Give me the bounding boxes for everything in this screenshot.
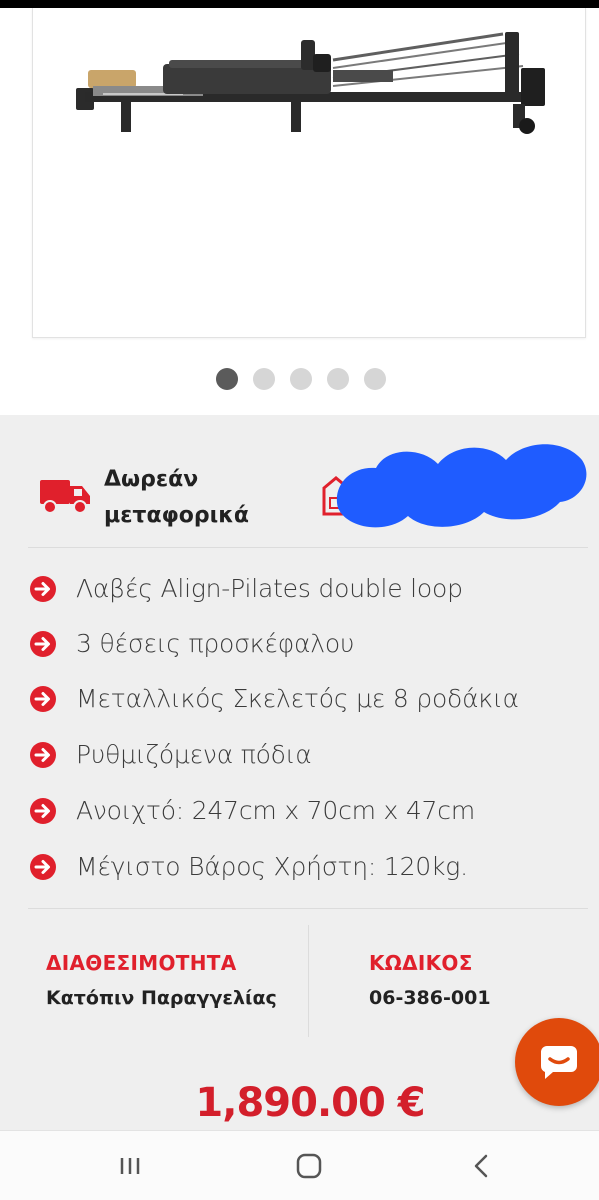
availability-value: Κατόπιν Παραγγελίας (46, 987, 277, 1009)
arrow-right-circle-icon (30, 631, 56, 657)
free-shipping-line1: Δωρεάν (104, 467, 199, 492)
recent-apps-icon[interactable] (108, 1149, 152, 1183)
chat-icon (540, 1046, 577, 1079)
product-image-card[interactable] (32, 8, 586, 338)
feature-text: Ρυθμιζόμενα πόδια (76, 740, 312, 769)
feature-text: Λαβές Align-Pilates double loop (76, 574, 463, 603)
arrow-right-circle-icon (30, 576, 56, 602)
list-item: 3 θέσεις προσκέφαλου (0, 623, 599, 663)
list-item: Μεταλλικός Σκελετός με 8 ροδάκια (0, 678, 599, 718)
free-shipping-badge: Δωρεάν μεταφορικά (40, 462, 280, 532)
carousel-indicator (0, 368, 599, 392)
free-shipping-label: Δωρεάν μεταφορικά (104, 462, 249, 534)
system-navigation-bar (0, 1130, 599, 1200)
availability-block: ΔΙΑΘΕΣΙΜΟΤΗΤΑ Κατόπιν Παραγγελίας (46, 948, 277, 1018)
list-item: Λαβές Align-Pilates double loop (0, 568, 599, 608)
carousel-dot-2[interactable] (253, 368, 275, 390)
info-separator (308, 925, 309, 1037)
redaction-overlay (336, 444, 587, 528)
carousel-dot-1[interactable] (216, 368, 238, 390)
status-bar (0, 0, 599, 8)
list-item: Ανοιχτό: 247cm x 70cm x 47cm (0, 790, 599, 830)
back-icon[interactable] (460, 1149, 504, 1183)
feature-text: Μεταλλικός Σκελετός με 8 ροδάκια (76, 684, 519, 713)
arrow-right-circle-icon (30, 854, 56, 880)
divider (28, 547, 588, 548)
chat-button[interactable] (515, 1018, 599, 1106)
home-icon[interactable] (287, 1149, 331, 1183)
carousel-dot-3[interactable] (290, 368, 312, 390)
price: 1,890.00 € (195, 1080, 425, 1126)
free-shipping-line2: μεταφορικά (104, 503, 249, 528)
arrow-right-circle-icon (30, 686, 56, 712)
arrow-right-circle-icon (30, 798, 56, 824)
feature-text: 3 θέσεις προσκέφαλου (76, 629, 355, 658)
product-code-block: ΚΩΔΙΚΟΣ 06-386-001 (369, 948, 491, 1018)
list-item: Ρυθμιζόμενα πόδια (0, 734, 599, 774)
carousel-dot-4[interactable] (327, 368, 349, 390)
availability-label: ΔΙΑΘΕΣΙΜΟΤΗΤΑ (46, 951, 237, 975)
list-item: Μέγιστο Βάρος Χρήστη: 120kg. (0, 846, 599, 886)
feature-text: Ανοιχτό: 247cm x 70cm x 47cm (76, 796, 475, 825)
divider (28, 908, 588, 909)
carousel-dot-5[interactable] (364, 368, 386, 390)
arrow-right-circle-icon (30, 742, 56, 768)
product-code-value: 06-386-001 (369, 987, 491, 1009)
product-code-label: ΚΩΔΙΚΟΣ (369, 951, 473, 975)
product-image (76, 32, 545, 134)
truck-icon (40, 480, 90, 514)
feature-text: Μέγιστο Βάρος Χρήστη: 120kg. (76, 852, 468, 881)
